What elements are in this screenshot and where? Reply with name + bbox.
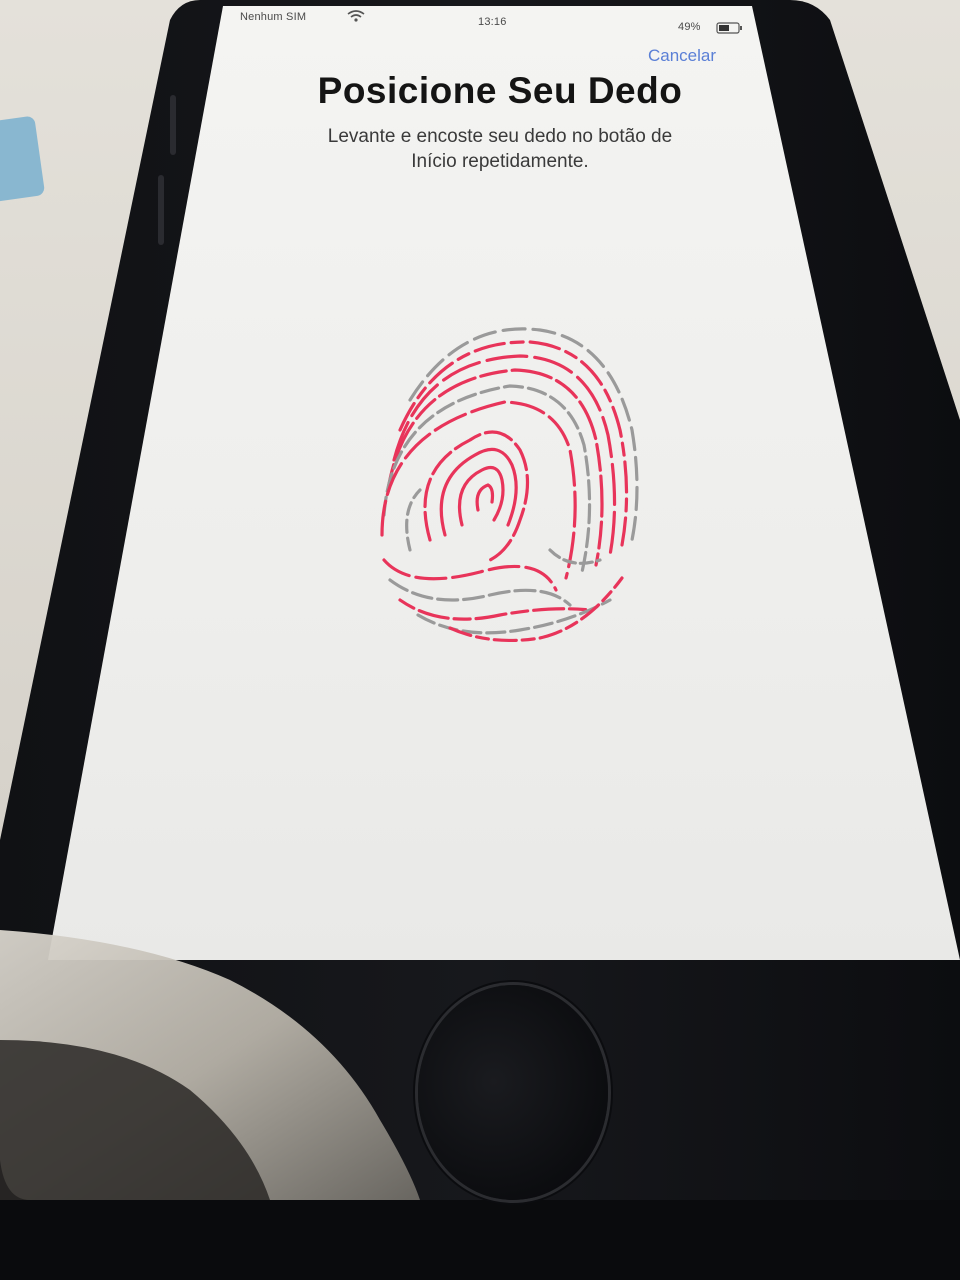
battery-icon — [716, 22, 742, 34]
wifi-icon — [347, 10, 365, 22]
page-title: Posicione Seu Dedo — [317, 70, 683, 111]
status-time: 13:16 — [478, 16, 507, 28]
instruction-text: Levante e encoste seu dedo no botão de I… — [210, 124, 790, 174]
home-button-icon[interactable] — [418, 985, 608, 1200]
cancel-button[interactable]: Cancelar — [648, 46, 716, 66]
fingerprint-icon — [380, 327, 639, 643]
status-battery-percent: 49% — [678, 21, 701, 33]
photo-scene: Nenhum SIM 13:16 49% Cancelar Posicione … — [0, 0, 960, 1280]
instruction-line-2: Início repetidamente. — [411, 151, 589, 172]
instruction-line-1: Levante e encoste seu dedo no botão de — [327, 126, 673, 147]
status-carrier: Nenhum SIM — [240, 11, 307, 23]
